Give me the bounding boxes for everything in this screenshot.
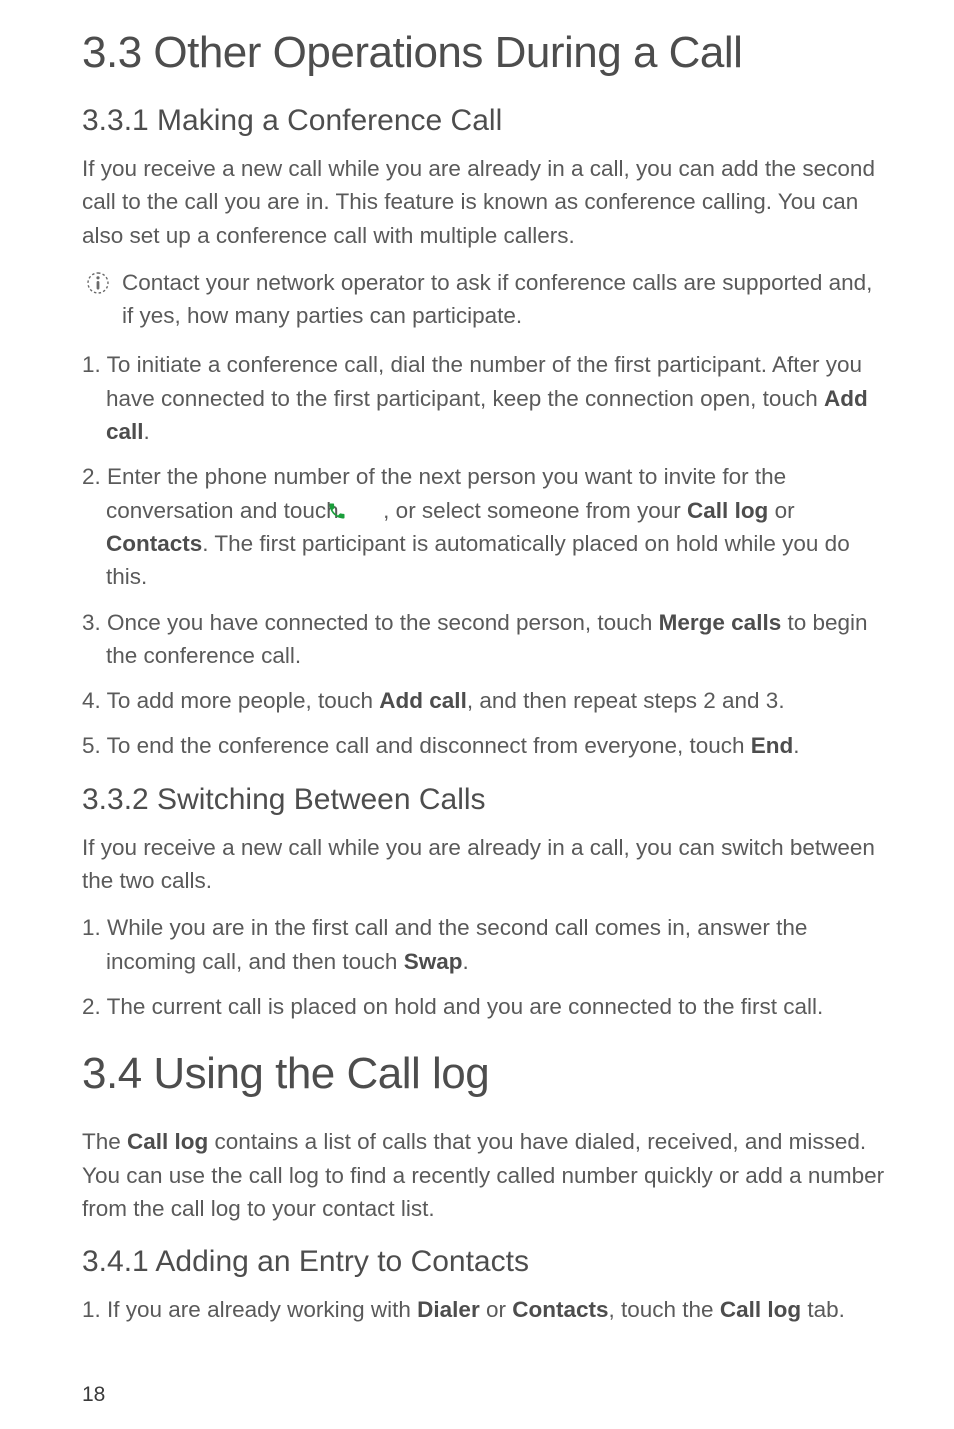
bold-end: End — [751, 733, 794, 758]
info-icon — [86, 271, 110, 295]
step-3-4-1-1: 1. If you are already working with Diale… — [82, 1293, 886, 1326]
intro-paragraph-3-4: The Call log contains a list of calls th… — [82, 1125, 886, 1225]
intro-prefix: The — [82, 1129, 127, 1154]
step-3-3-1-1: 1. To initiate a conference call, dial t… — [82, 348, 886, 448]
bold-merge-calls: Merge calls — [659, 610, 782, 635]
step-3-3-1-3: 3. Once you have connected to the second… — [82, 606, 886, 673]
bold-swap: Swap — [404, 949, 463, 974]
step-text: 4. To add more people, touch — [82, 688, 379, 713]
step-text: 5. To end the conference call and discon… — [82, 733, 751, 758]
section-heading-3-4: 3.4 Using the Call log — [82, 1049, 886, 1099]
step-text-suffix: , and then repeat steps 2 and 3. — [467, 688, 785, 713]
step-text: 3. Once you have connected to the second… — [82, 610, 659, 635]
step-text: 1. If you are already working with — [82, 1297, 417, 1322]
step-text: 1. To initiate a conference call, dial t… — [82, 352, 862, 410]
subsection-heading-3-3-2: 3.3.2 Switching Between Calls — [82, 783, 886, 817]
step-text-mid1: or — [480, 1297, 513, 1322]
step-3-3-1-5: 5. To end the conference call and discon… — [82, 729, 886, 762]
step-text-suffix: . — [144, 419, 150, 444]
bold-call-log-2: Call log — [127, 1129, 208, 1154]
intro-paragraph-3-3-1: If you receive a new call while you are … — [82, 152, 886, 252]
bold-add-call-2: Add call — [379, 688, 467, 713]
section-heading-3-3: 3.3 Other Operations During a Call — [82, 28, 886, 78]
page-number: 18 — [82, 1383, 105, 1407]
intro-paragraph-3-3-2: If you receive a new call while you are … — [82, 831, 886, 898]
bold-contacts: Contacts — [106, 531, 202, 556]
bold-contacts-2: Contacts — [512, 1297, 608, 1322]
step-text-suffix: . — [793, 733, 799, 758]
step-3-3-2-1: 1. While you are in the first call and t… — [82, 911, 886, 978]
note-text: Contact your network operator to ask if … — [122, 266, 886, 333]
step-3-3-1-2: 2. Enter the phone number of the next pe… — [82, 460, 886, 593]
subsection-heading-3-4-1: 3.4.1 Adding an Entry to Contacts — [82, 1245, 886, 1279]
dial-icon — [351, 497, 371, 517]
step-text-mid2: or — [768, 498, 794, 523]
step-text-suffix: . — [462, 949, 468, 974]
step-text-mid1: , or select someone from your — [377, 498, 687, 523]
bold-dialer: Dialer — [417, 1297, 480, 1322]
subsection-heading-3-3-1: 3.3.1 Making a Conference Call — [82, 104, 886, 138]
document-page: 3.3 Other Operations During a Call 3.3.1… — [0, 0, 954, 1429]
step-text-suffix: tab. — [801, 1297, 845, 1322]
step-text-mid2: , touch the — [609, 1297, 720, 1322]
bold-call-log-3: Call log — [720, 1297, 801, 1322]
bold-call-log: Call log — [687, 498, 768, 523]
step-3-3-1-4: 4. To add more people, touch Add call, a… — [82, 684, 886, 717]
note-block: Contact your network operator to ask if … — [82, 266, 886, 333]
step-3-3-2-2: 2. The current call is placed on hold an… — [82, 990, 886, 1023]
step-text-suffix: . The first participant is automatically… — [106, 531, 850, 589]
